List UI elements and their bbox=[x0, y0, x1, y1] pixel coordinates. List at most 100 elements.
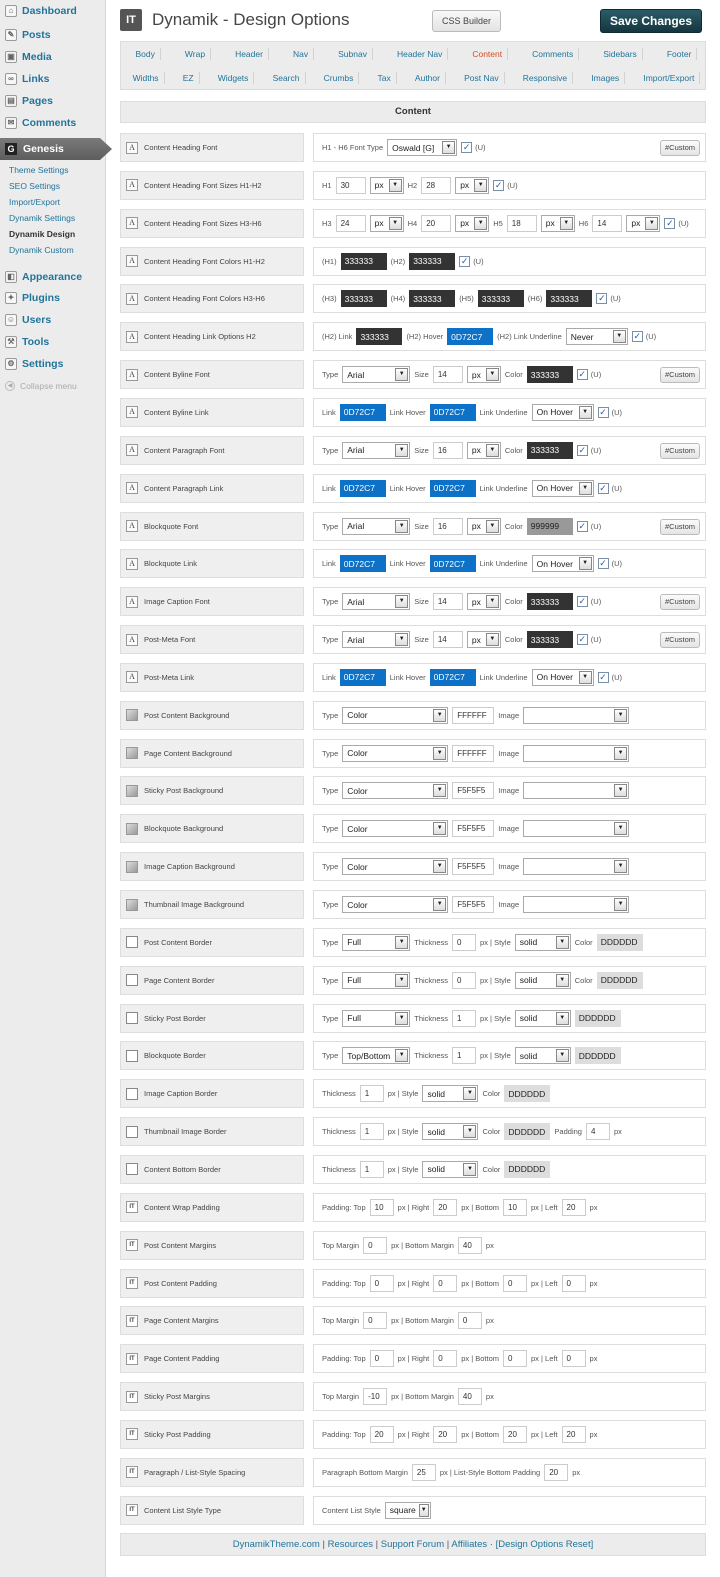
text-input[interactable]: 20 bbox=[433, 1198, 458, 1216]
select-dropdown[interactable]: Arial ▼ bbox=[342, 593, 411, 611]
color-picker-input[interactable]: 0D72C7 bbox=[339, 403, 386, 421]
sidebar-item-appearance[interactable]: ◧ Appearance bbox=[0, 266, 106, 288]
select-dropdown[interactable]: ▼ bbox=[523, 896, 630, 913]
select-dropdown[interactable]: ▼ bbox=[523, 782, 630, 800]
custom-font-button[interactable]: #Custom bbox=[659, 632, 700, 649]
select-dropdown[interactable]: square ▼ bbox=[384, 1501, 431, 1519]
color-picker-input[interactable]: 0D72C7 bbox=[429, 668, 476, 686]
select-dropdown[interactable]: px ▼ bbox=[466, 366, 501, 384]
select-dropdown[interactable]: px ▼ bbox=[455, 214, 490, 232]
select-dropdown[interactable]: solid ▼ bbox=[422, 1123, 479, 1141]
text-input[interactable]: 16 bbox=[432, 517, 463, 535]
color-picker-input[interactable]: DDDDDD bbox=[504, 1123, 551, 1141]
submenu-item-dynamik-custom[interactable]: Dynamik Custom bbox=[9, 245, 74, 255]
sidebar-item-comments[interactable]: ✉ Comments bbox=[0, 112, 106, 134]
sidebar-item-users[interactable]: ☺ Users bbox=[0, 309, 106, 331]
select-dropdown[interactable]: px ▼ bbox=[369, 214, 404, 232]
text-input[interactable]: 1 bbox=[359, 1123, 384, 1141]
select-dropdown[interactable]: px ▼ bbox=[466, 441, 501, 459]
select-dropdown[interactable]: px ▼ bbox=[626, 214, 661, 232]
footer-link-affiliates[interactable]: Affiliates bbox=[451, 1539, 487, 1550]
tab-wrap[interactable]: Wrap bbox=[180, 48, 212, 60]
color-picker-input[interactable]: DDDDDD bbox=[596, 933, 643, 951]
tab-sidebars[interactable]: Sidebars bbox=[598, 48, 643, 60]
text-input[interactable]: 40 bbox=[457, 1236, 482, 1254]
color-picker-input[interactable]: DDDDDD bbox=[504, 1085, 551, 1103]
custom-font-button[interactable]: #Custom bbox=[659, 518, 700, 535]
sidebar-item-genesis[interactable]: G Genesis bbox=[0, 138, 112, 160]
sidebar-item-dashboard[interactable]: ⌂ Dashboard bbox=[0, 0, 106, 22]
select-dropdown[interactable]: solid ▼ bbox=[514, 971, 571, 989]
sidebar-item-plugins[interactable]: ✦ Plugins bbox=[0, 287, 106, 309]
text-input[interactable]: 0 bbox=[503, 1350, 527, 1368]
text-input[interactable]: 0 bbox=[369, 1350, 394, 1368]
select-dropdown[interactable]: Arial ▼ bbox=[342, 631, 411, 649]
select-dropdown[interactable]: Arial ▼ bbox=[342, 366, 411, 384]
color-picker-input[interactable]: 333333 bbox=[356, 328, 403, 346]
text-input[interactable]: 1 bbox=[452, 1047, 477, 1065]
select-dropdown[interactable]: Oswald [G] ▼ bbox=[387, 139, 458, 156]
text-input[interactable]: 25 bbox=[411, 1463, 436, 1481]
sidebar-item-links[interactable]: ∞ Links bbox=[0, 68, 106, 90]
select-dropdown[interactable]: solid ▼ bbox=[422, 1160, 479, 1178]
select-dropdown[interactable]: On Hover ▼ bbox=[531, 668, 594, 686]
select-dropdown[interactable]: Color ▼ bbox=[342, 782, 449, 800]
tab-nav[interactable]: Nav bbox=[288, 48, 315, 60]
select-dropdown[interactable]: Full ▼ bbox=[342, 933, 411, 951]
color-picker-input[interactable]: 0D72C7 bbox=[429, 555, 476, 573]
select-dropdown[interactable]: ▼ bbox=[523, 706, 630, 724]
text-input[interactable]: F5F5F5 bbox=[452, 858, 495, 876]
select-dropdown[interactable]: Full ▼ bbox=[342, 971, 411, 989]
text-input[interactable]: 1 bbox=[359, 1085, 384, 1103]
select-dropdown[interactable]: Full ▼ bbox=[342, 1009, 411, 1027]
text-input[interactable]: F5F5F5 bbox=[452, 782, 495, 800]
tab-subnav[interactable]: Subnav bbox=[333, 48, 373, 60]
text-input[interactable]: 10 bbox=[369, 1198, 394, 1216]
select-dropdown[interactable]: px ▼ bbox=[466, 593, 501, 611]
underline-checkbox[interactable]: ✓ bbox=[461, 142, 473, 153]
text-input[interactable]: 30 bbox=[335, 176, 366, 194]
text-input[interactable]: 20 bbox=[561, 1198, 586, 1216]
underline-checkbox[interactable]: ✓ bbox=[631, 331, 643, 343]
text-input[interactable]: 14 bbox=[432, 593, 463, 611]
text-input[interactable]: 0 bbox=[363, 1312, 388, 1330]
text-input[interactable]: 14 bbox=[432, 366, 463, 384]
color-picker-input[interactable]: DDDDDD bbox=[574, 1047, 621, 1065]
text-input[interactable]: 14 bbox=[592, 214, 623, 232]
text-input[interactable]: 0 bbox=[452, 971, 477, 989]
sidebar-item-settings[interactable]: ⚙ Settings bbox=[0, 353, 106, 375]
select-dropdown[interactable]: Color ▼ bbox=[342, 744, 449, 762]
text-input[interactable]: 18 bbox=[506, 214, 537, 232]
text-input[interactable]: 20 bbox=[421, 214, 452, 232]
collapse-menu-button[interactable]: ◀ Collapse menu bbox=[5, 381, 77, 391]
save-changes-button[interactable]: Save Changes bbox=[600, 9, 702, 33]
color-picker-input[interactable]: 0D72C7 bbox=[339, 555, 386, 573]
color-picker-input[interactable]: DDDDDD bbox=[596, 971, 643, 989]
color-picker-input[interactable]: 0D72C7 bbox=[429, 403, 476, 421]
select-dropdown[interactable]: ▼ bbox=[523, 858, 630, 876]
color-picker-input[interactable]: DDDDDD bbox=[504, 1160, 551, 1178]
select-dropdown[interactable]: solid ▼ bbox=[514, 933, 571, 951]
color-picker-input[interactable]: 333333 bbox=[340, 290, 387, 308]
select-dropdown[interactable]: px ▼ bbox=[540, 214, 575, 232]
tab-header[interactable]: Header bbox=[230, 48, 269, 60]
underline-checkbox[interactable]: ✓ bbox=[576, 596, 588, 608]
select-dropdown[interactable]: Color ▼ bbox=[342, 706, 449, 724]
text-input[interactable]: 40 bbox=[457, 1388, 482, 1406]
text-input[interactable]: 0 bbox=[503, 1274, 527, 1292]
footer-link-support-forum[interactable]: Support Forum bbox=[381, 1539, 444, 1550]
text-input[interactable]: 20 bbox=[369, 1425, 394, 1443]
text-input[interactable]: FFFFFF bbox=[452, 744, 495, 762]
tab-tax[interactable]: Tax bbox=[373, 72, 397, 84]
text-input[interactable]: 20 bbox=[433, 1425, 458, 1443]
tab-widths[interactable]: Widths bbox=[128, 72, 165, 84]
color-picker-input[interactable]: 333333 bbox=[546, 290, 593, 308]
tab-comments[interactable]: Comments bbox=[527, 48, 580, 60]
text-input[interactable]: F5F5F5 bbox=[452, 820, 495, 838]
text-input[interactable]: 14 bbox=[432, 631, 463, 649]
css-builder-button[interactable]: CSS Builder bbox=[432, 10, 501, 32]
text-input[interactable]: 0 bbox=[561, 1350, 586, 1368]
text-input[interactable]: 10 bbox=[503, 1198, 527, 1216]
select-dropdown[interactable]: Color ▼ bbox=[342, 820, 449, 838]
footer-link-resources[interactable]: Resources bbox=[328, 1539, 373, 1550]
